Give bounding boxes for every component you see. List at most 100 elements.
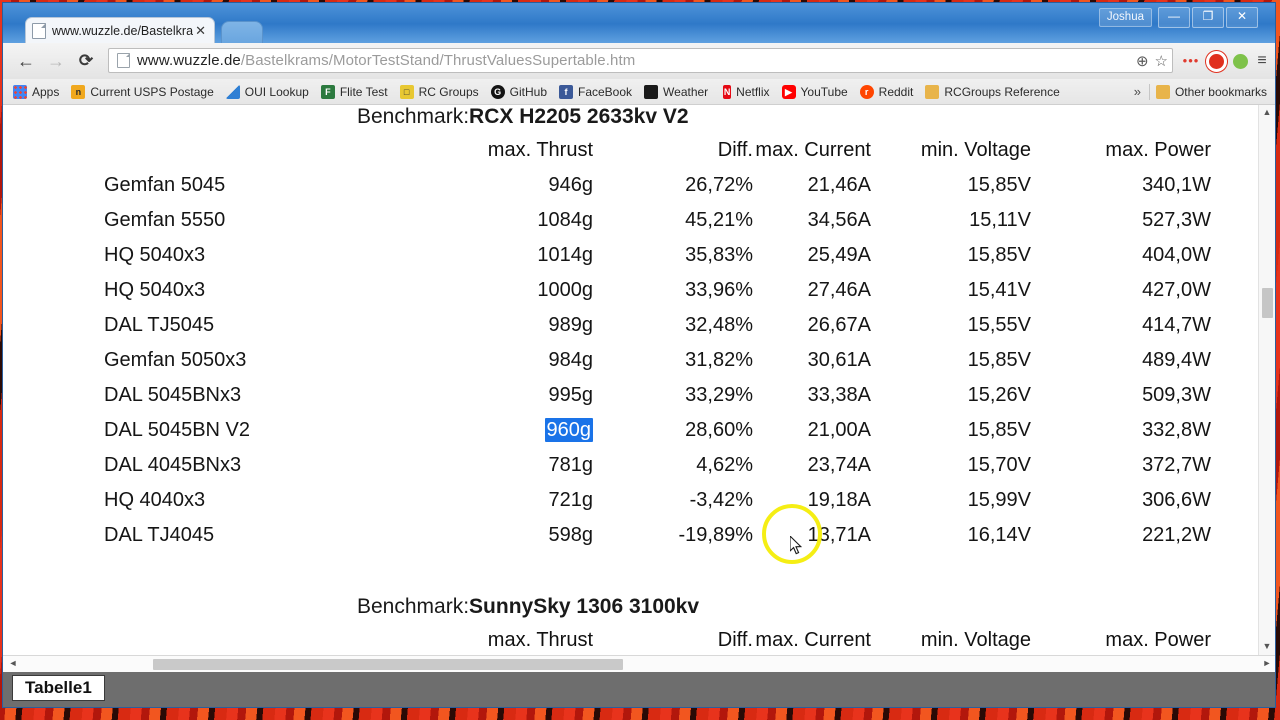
benchmark-title-2: Benchmark:SunnySky 1306 3100kv [357, 595, 699, 619]
address-bar[interactable]: www.wuzzle.de/Bastelkrams/MotorTestStand… [108, 48, 1173, 73]
table-row[interactable]: DAL TJ4045 598g -19,89% 13,71A 16,14V 22… [3, 524, 1233, 559]
forward-icon[interactable]: → [43, 49, 69, 73]
bookmark-label: OUI Lookup [244, 84, 309, 99]
bookmark-netflix[interactable]: N Netflix [714, 81, 775, 103]
bookmark-label: Weather [663, 84, 709, 99]
scroll-left-icon[interactable]: ◄ [6, 657, 20, 671]
bookmark-label: RCGroups Reference [944, 84, 1060, 99]
extension-green-icon[interactable] [1229, 50, 1251, 72]
cell-voltage: 15,70V [967, 454, 1031, 476]
horizontal-scrollbar[interactable]: ◄ ► [3, 655, 1275, 673]
cell-prop: DAL 5045BN V2 [104, 419, 251, 441]
cell-current: 21,00A [807, 419, 871, 441]
bookmark-rcgroups-reference[interactable]: RCGroups Reference [919, 81, 1065, 103]
cell-voltage: 15,55V [967, 314, 1031, 336]
page-favicon-icon [32, 22, 46, 39]
bookmark-usps[interactable]: n Current USPS Postage [65, 81, 219, 103]
bookmark-label: Netflix [736, 84, 770, 99]
cell-thrust: 1084g [537, 209, 593, 231]
table-row[interactable]: DAL TJ5045 989g 32,48% 26,67A 15,55V 414… [3, 314, 1233, 349]
bookmark-oui-lookup[interactable]: OUI Lookup [220, 81, 315, 103]
menu-icon[interactable]: ≡ [1251, 50, 1273, 72]
vertical-scrollbar-thumb[interactable] [1262, 288, 1273, 318]
table-row-selected[interactable]: DAL 5045BN V2 960g 28,60% 21,00A 15,85V … [3, 418, 1233, 454]
cell-prop: Gemfan 5050x3 [104, 349, 247, 371]
cell-prop: DAL 4045BNx3 [104, 454, 242, 476]
cell-prop: HQ 4040x3 [104, 489, 206, 511]
cell-voltage: 15,26V [967, 384, 1031, 406]
grid-icon [13, 84, 27, 99]
table-row[interactable]: Gemfan 5550 1084g 45,21% 34,56A 15,11V 5… [3, 209, 1233, 244]
weather-icon [644, 84, 659, 99]
ft-icon: F [320, 84, 335, 99]
window-user-label[interactable]: Joshua [1098, 8, 1152, 27]
browser-tab[interactable]: www.wuzzle.de/Bastelkra ✕ [25, 17, 215, 43]
green-glyph [1232, 53, 1248, 69]
table-row[interactable]: HQ 5040x3 1000g 33,96% 27,46A 15,41V 427… [3, 279, 1233, 314]
vertical-scrollbar[interactable]: ▲ ▼ [1258, 105, 1275, 655]
bookmark-facebook[interactable]: f FaceBook [553, 81, 638, 103]
benchmark-prefix: Benchmark: [357, 105, 470, 128]
scroll-down-icon[interactable]: ▼ [1259, 639, 1275, 655]
bookmarks-bar: Apps n Current USPS Postage OUI Lookup F… [3, 79, 1275, 105]
table-row[interactable]: Gemfan 5045 946g 26,72% 21,46A 15,85V 34… [3, 174, 1233, 209]
cell-prop: HQ 5040x3 [104, 279, 206, 301]
bookmark-rc-groups[interactable]: □ RC Groups [394, 81, 485, 103]
table-row[interactable]: Gemfan 5050x3 984g 31,82% 30,61A 15,85V … [3, 349, 1233, 384]
back-icon[interactable]: ← [13, 49, 39, 73]
cell-voltage: 15,99V [967, 489, 1031, 511]
bookmark-apps[interactable]: Apps [7, 81, 65, 103]
table-row[interactable]: HQ 5040x3 1014g 35,83% 25,49A 15,85V 404… [3, 244, 1233, 279]
minimize-button[interactable]: — [1158, 7, 1190, 28]
robot-icon: □ [399, 84, 414, 99]
cell-thrust: 721g [548, 489, 594, 511]
facebook-icon: f [559, 84, 573, 99]
table-row[interactable]: DAL 5045BNx3 995g 33,29% 33,38A 15,26V 5… [3, 384, 1233, 419]
click-highlight-ring [762, 504, 822, 564]
search-zoom-icon[interactable]: ⊕ [1136, 52, 1149, 70]
sheet-tab-tabelle1[interactable]: Tabelle1 [12, 675, 105, 701]
url-domain: www.wuzzle.de [137, 52, 241, 69]
table-row[interactable]: DAL 4045BNx3 781g 4,62% 23,74A 15,70V 37… [3, 454, 1233, 489]
cell-power: 509,3W [1142, 384, 1211, 406]
column-header-voltage: min. Voltage [920, 139, 1031, 161]
bookmark-other-bookmarks[interactable]: Other bookmarks [1150, 81, 1273, 103]
table-header-row-1: max. Thrust Diff. max. Current min. Volt… [3, 139, 1233, 174]
scroll-right-icon[interactable]: ► [1260, 657, 1274, 671]
new-tab-button[interactable] [221, 21, 263, 44]
page-info-icon[interactable] [117, 53, 130, 68]
bookmark-star-icon[interactable]: ☆ [1155, 52, 1168, 70]
bookmark-youtube[interactable]: ▶ YouTube [776, 81, 854, 103]
extension-dots-icon[interactable]: ••• [1180, 50, 1202, 72]
cell-current: 30,61A [807, 349, 871, 371]
cell-voltage: 16,14V [967, 524, 1031, 546]
cell-thrust: 1014g [537, 244, 593, 266]
cell-prop: DAL TJ5045 [104, 314, 215, 336]
table-row[interactable]: HQ 4040x3 721g -3,42% 19,18A 15,99V 306,… [3, 489, 1233, 524]
bookmark-label: Current USPS Postage [90, 84, 214, 99]
cell-thrust: 1000g [537, 279, 593, 301]
bookmark-github[interactable]: G GitHub [485, 81, 553, 103]
extension-opera-icon[interactable] [1205, 50, 1227, 72]
bookmark-weather[interactable]: Weather [638, 81, 714, 103]
bookmark-flite-test[interactable]: F Flite Test [315, 81, 394, 103]
benchmark-name: SunnySky 1306 3100kv [469, 595, 700, 618]
reload-icon[interactable]: ⟳ [73, 49, 99, 73]
close-window-button[interactable]: ✕ [1226, 7, 1258, 28]
bookmark-reddit[interactable]: r Reddit [854, 81, 920, 103]
column-header-current: max. Current [755, 629, 871, 651]
cell-current: 33,38A [807, 384, 871, 406]
close-tab-icon[interactable]: ✕ [193, 24, 208, 37]
bookmarks-overflow-icon[interactable]: » [1126, 84, 1149, 99]
horizontal-scrollbar-thumb[interactable] [153, 659, 623, 670]
cell-thrust: 946g [548, 174, 594, 196]
cell-voltage: 15,85V [967, 244, 1031, 266]
cell-voltage: 15,11V [969, 209, 1031, 231]
cell-thrust: 995g [548, 384, 594, 406]
cell-voltage: 15,41V [967, 279, 1031, 301]
maximize-button[interactable]: ❐ [1192, 7, 1224, 28]
scroll-up-icon[interactable]: ▲ [1259, 105, 1275, 121]
cell-power: 332,8W [1142, 419, 1211, 441]
cell-current: 27,46A [807, 279, 871, 301]
cell-thrust-selected[interactable]: 960g [423, 418, 593, 442]
